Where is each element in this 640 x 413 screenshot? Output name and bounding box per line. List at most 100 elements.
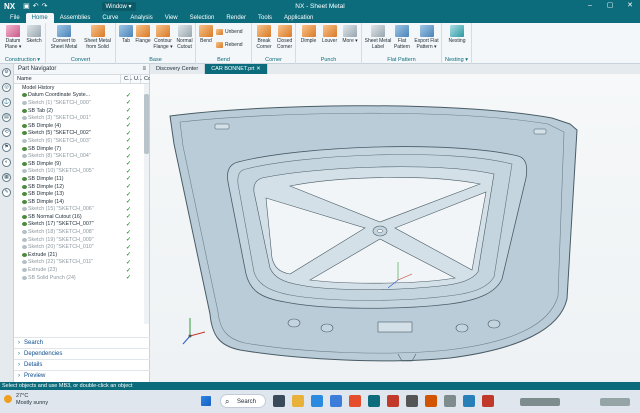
convert-to-sheet-metal-button[interactable]: Convert to Sheet Metal [48, 25, 80, 50]
sheet-metal-label-button[interactable]: Sheet Metal Label [364, 25, 392, 50]
column-com[interactable]: Com [141, 75, 156, 83]
app-icon-orange[interactable] [425, 395, 437, 407]
visibility-icon[interactable] [22, 146, 27, 151]
feature-row[interactable]: Sketch (15) "SKETCH_006" ✓ [14, 206, 150, 214]
visibility-icon[interactable] [22, 138, 27, 143]
feature-row[interactable]: SB Normal Cutout (16) ✓ [14, 213, 150, 221]
feature-row[interactable]: SB Dimple (12) ✓ [14, 183, 150, 191]
feature-row[interactable]: Sketch (6) "SKETCH_003" ✓ [14, 137, 150, 145]
tab-discovery-center[interactable]: Discovery Center [150, 64, 206, 74]
system-tray[interactable] [520, 398, 560, 406]
bend-button[interactable]: Bend [198, 25, 214, 44]
app-icon-blue[interactable] [463, 395, 475, 407]
tab-curve[interactable]: Curve [96, 13, 124, 23]
roles-icon[interactable]: ⚑ [2, 143, 11, 152]
model-history-node[interactable]: Model History [14, 84, 150, 92]
nx-taskbar-icon[interactable] [368, 395, 380, 407]
graphics-window[interactable] [150, 74, 640, 382]
windows-start-icon[interactable] [201, 396, 211, 406]
feature-row[interactable]: Sketch (1) "SKETCH_000" ✓ [14, 99, 150, 107]
visibility-icon[interactable] [22, 154, 27, 159]
feature-row[interactable]: Sketch (10) "SKETCH_005" ✓ [14, 168, 150, 176]
app-icon-grey[interactable] [444, 395, 456, 407]
feature-row[interactable]: SB Dimple (14) ✓ [14, 198, 150, 206]
flange-button[interactable]: Flange [134, 25, 152, 44]
taskbar-search[interactable]: Search [220, 394, 266, 409]
part-navigator-icon[interactable]: ⚙ [2, 68, 11, 77]
pane-search[interactable]: Search [14, 337, 150, 348]
minimize-icon[interactable]: – [580, 0, 600, 12]
visibility-icon[interactable] [22, 275, 27, 280]
window-menu[interactable]: Window ▾ [101, 1, 136, 11]
edge-icon[interactable] [311, 395, 323, 407]
column-name[interactable]: Name [14, 75, 121, 83]
web-browser-icon[interactable]: ◐ [2, 158, 11, 167]
history-icon[interactable]: ⟲ [2, 128, 11, 137]
visibility-icon[interactable] [22, 237, 27, 242]
feature-row[interactable]: Sketch (20) "SKETCH_010" ✓ [14, 243, 150, 251]
datum-plane-button[interactable]: Datum Plane ▾ [2, 25, 24, 50]
tab-file[interactable]: File [4, 13, 26, 23]
visibility-icon[interactable] [22, 184, 27, 189]
visibility-icon[interactable] [22, 207, 27, 212]
redo-icon[interactable]: ↷ [42, 2, 48, 10]
app-icon-red[interactable] [387, 395, 399, 407]
more-button[interactable]: More ▾ [340, 25, 360, 44]
closed-corner-button[interactable]: Closed Corner [274, 25, 295, 50]
store-icon[interactable] [330, 395, 342, 407]
feature-row[interactable]: SB Dimple (13) ✓ [14, 190, 150, 198]
feature-row[interactable]: Sketch (19) "SKETCH_009" ✓ [14, 236, 150, 244]
visibility-icon[interactable] [22, 245, 27, 250]
close-icon[interactable]: ✕ [620, 0, 640, 12]
tab-application[interactable]: Application [278, 13, 319, 23]
tab-selection[interactable]: Selection [184, 13, 221, 23]
pane-preview[interactable]: Preview [14, 370, 150, 381]
feature-row[interactable]: Sketch (3) "SKETCH_001" ✓ [14, 114, 150, 122]
export-flat-pattern-button[interactable]: Export Flat Pattern ▾ [412, 25, 441, 50]
feature-row[interactable]: SB Dimple (4) ✓ [14, 122, 150, 130]
normal-cutout-button[interactable]: Normal Cutout [174, 25, 195, 50]
tab-tools[interactable]: Tools [252, 13, 278, 23]
manufacturing-wizard-icon[interactable]: ✎ [2, 188, 11, 197]
feature-row[interactable]: SB Dimple (9) ✓ [14, 160, 150, 168]
app-icon-dark[interactable] [406, 395, 418, 407]
task-view-icon[interactable] [273, 395, 285, 407]
break-corner-button[interactable]: Break Corner [254, 25, 274, 50]
tab-car-bonnet[interactable]: CAR BONNET.prt ✕ [205, 64, 268, 74]
visibility-icon[interactable] [22, 252, 27, 257]
assembly-navigator-icon[interactable]: ◎ [2, 83, 11, 92]
dimple-button[interactable]: Dimple [298, 25, 319, 44]
app-icon-red-2[interactable] [482, 395, 494, 407]
visibility-icon[interactable] [22, 93, 27, 98]
navigator-scrollbar[interactable] [144, 84, 149, 324]
visibility-icon[interactable] [22, 116, 27, 121]
nesting-button[interactable]: Nesting [445, 25, 469, 44]
sheet-metal-from-solid-button[interactable]: Sheet Metal from Solid [81, 25, 114, 50]
reuse-library-icon[interactable]: ▤ [2, 113, 11, 122]
feature-row[interactable]: Datum Coordinate Syste... ✓ [14, 92, 150, 100]
file-explorer-icon[interactable] [292, 395, 304, 407]
constraint-navigator-icon[interactable]: ⚓ [2, 98, 11, 107]
tab-render[interactable]: Render [220, 13, 252, 23]
pane-details[interactable]: Details [14, 359, 150, 370]
visibility-icon[interactable] [22, 169, 27, 174]
feature-row[interactable]: Sketch (18) "SKETCH_008" ✓ [14, 228, 150, 236]
feature-row[interactable]: Sketch (17) "SKETCH_007" ✓ [14, 221, 150, 229]
tab-home[interactable]: Home [25, 13, 54, 23]
tab-assemblies[interactable]: Assemblies [54, 13, 97, 23]
visibility-icon[interactable] [22, 100, 27, 105]
save-icon[interactable]: ▣ [23, 2, 30, 10]
visibility-icon[interactable] [22, 176, 27, 181]
rebend-button[interactable]: Rebend [216, 42, 243, 48]
visibility-icon[interactable] [22, 108, 27, 113]
sketch-button[interactable]: Sketch [24, 25, 44, 44]
visibility-icon[interactable] [22, 260, 27, 265]
feature-row[interactable]: SB Dimple (7) ✓ [14, 145, 150, 153]
column-c[interactable]: C... [121, 75, 133, 83]
unbend-button[interactable]: Unbend [216, 29, 243, 35]
visibility-icon[interactable] [22, 192, 27, 197]
visibility-icon[interactable] [22, 214, 27, 219]
navigator-menu-icon[interactable]: ≡ [142, 66, 146, 72]
feature-row[interactable]: SB Tab (2) ✓ [14, 107, 150, 115]
undo-icon[interactable]: ↶ [33, 2, 39, 10]
